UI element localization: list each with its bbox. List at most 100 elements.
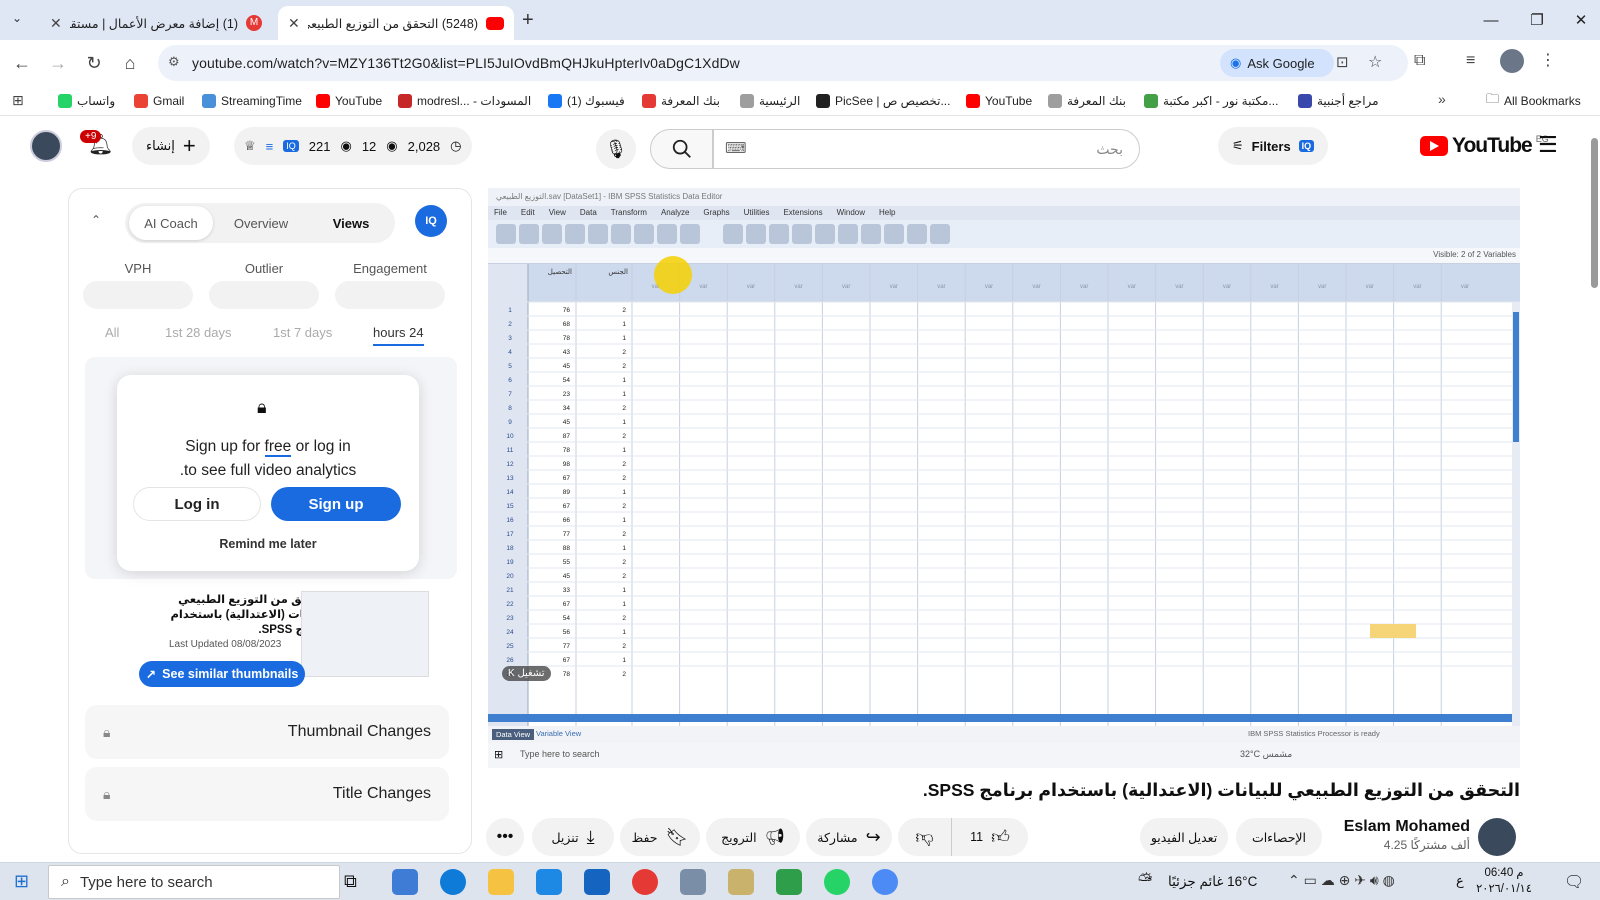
range-7-days[interactable]: 1st 7 days bbox=[273, 325, 332, 340]
close-tab-icon[interactable]: ✕ bbox=[50, 15, 62, 32]
login-button[interactable]: Log in bbox=[133, 487, 261, 521]
vidiq-logo-icon[interactable]: IQ bbox=[415, 205, 447, 237]
range-all[interactable]: All bbox=[105, 325, 119, 340]
like-button[interactable]: 11 👍︎ bbox=[952, 818, 1028, 856]
more-actions-button[interactable]: ••• bbox=[486, 818, 524, 856]
search-button[interactable] bbox=[650, 129, 714, 169]
tab-overview[interactable]: Overview bbox=[219, 206, 303, 240]
range-28-days[interactable]: 1st 28 days bbox=[165, 325, 232, 340]
title-changes-row[interactable]: 🔒︎ Title Changes bbox=[85, 767, 449, 821]
bookmark-item[interactable]: مكتبة نور - اكبر مكتبة... bbox=[1144, 92, 1278, 110]
share-button[interactable]: مشاركة ↪ bbox=[806, 818, 892, 856]
spss-visible-vars: Visible: 2 of 2 Variables bbox=[1433, 250, 1516, 259]
bookmark-star-icon[interactable]: ☆ bbox=[1368, 52, 1382, 72]
copilot-icon[interactable] bbox=[392, 869, 418, 895]
voice-search-button[interactable]: 🎙︎ bbox=[596, 129, 636, 169]
see-similar-thumbnails-button[interactable]: ↗ See similar thumbnails bbox=[139, 661, 305, 687]
edge-icon[interactable] bbox=[440, 869, 466, 895]
back-icon[interactable]: ← bbox=[10, 51, 34, 75]
close-tab-icon[interactable]: ✕ bbox=[288, 15, 300, 32]
taskbar-weather[interactable]: 16°C غائم جزئيًا bbox=[1168, 874, 1257, 890]
forward-icon[interactable]: → bbox=[46, 51, 70, 75]
promote-button[interactable]: الترويج 📢︎ bbox=[706, 818, 800, 856]
apps-grid-icon[interactable]: ⊞ bbox=[12, 92, 24, 109]
ask-google-button[interactable]: ◉ Ask Google bbox=[1220, 49, 1334, 77]
restore-icon[interactable]: ❐ bbox=[1514, 0, 1560, 40]
dislike-button[interactable]: 👎︎ bbox=[898, 818, 952, 856]
reload-icon[interactable]: ↻ bbox=[82, 51, 106, 75]
bookmark-item[interactable]: modresl... - المسودات bbox=[398, 92, 531, 110]
page-scrollbar[interactable] bbox=[1588, 128, 1600, 862]
file-explorer-icon[interactable] bbox=[488, 869, 514, 895]
chrome-profile-icon[interactable] bbox=[872, 869, 898, 895]
home-icon[interactable]: ⌂ bbox=[118, 51, 142, 75]
close-window-icon[interactable]: ✕ bbox=[1558, 0, 1600, 40]
whatsapp-icon[interactable] bbox=[824, 869, 850, 895]
create-button[interactable]: إنشاء + bbox=[132, 127, 210, 165]
camtasia-icon[interactable] bbox=[776, 869, 802, 895]
task-view-icon[interactable]: ⧉ bbox=[344, 871, 357, 892]
thumbnail-image[interactable] bbox=[301, 591, 429, 677]
video-player[interactable]: التوزيع الطبيعي.sav [DataSet1] - IBM SPS… bbox=[488, 188, 1520, 768]
keyboard-icon[interactable]: ⌨ bbox=[725, 139, 747, 157]
install-app-icon[interactable]: ⊡ bbox=[1336, 53, 1349, 71]
vidiq-list-icon[interactable]: ≡ bbox=[266, 139, 274, 154]
more-bookmarks-icon[interactable]: » bbox=[1438, 91, 1446, 107]
filters-button[interactable]: ⚟ Filters IQ bbox=[1218, 127, 1329, 165]
thumbnail-changes-row[interactable]: 🔒︎ Thumbnail Changes bbox=[85, 705, 449, 759]
profile-avatar[interactable] bbox=[1500, 49, 1524, 73]
outlook-icon[interactable] bbox=[584, 869, 610, 895]
bookmark-item[interactable]: YouTube bbox=[316, 92, 382, 110]
signup-button[interactable]: Sign up bbox=[271, 487, 401, 521]
download-button[interactable]: تنزيل ⤓ bbox=[532, 818, 614, 856]
bookmark-item[interactable]: واتساب bbox=[58, 92, 115, 110]
store-icon[interactable] bbox=[536, 869, 562, 895]
taskbar-clock[interactable]: 06:40 م ٢٠٢٦/٠١/١٤ bbox=[1476, 865, 1532, 897]
bookmark-item[interactable]: مراجع أجنبية bbox=[1298, 92, 1379, 110]
url-text[interactable]: youtube.com/watch?v=MZY136Tt2G0&list=PLI… bbox=[192, 55, 740, 71]
input-language[interactable]: ع bbox=[1456, 873, 1464, 889]
extensions-icon[interactable]: ⧉ bbox=[1414, 52, 1425, 70]
collapse-chevron-icon[interactable]: ⌃ bbox=[91, 213, 101, 227]
bookmark-item[interactable]: YouTube bbox=[966, 92, 1032, 110]
windows-start-icon[interactable]: ⊞ bbox=[14, 871, 29, 892]
minimize-icon[interactable]: — bbox=[1468, 0, 1514, 40]
bookmark-item[interactable]: Gmail bbox=[134, 92, 184, 110]
account-avatar[interactable] bbox=[30, 130, 62, 162]
scrollbar-thumb[interactable] bbox=[1591, 138, 1598, 288]
all-bookmarks-button[interactable]: 🗀 All Bookmarks bbox=[1486, 91, 1581, 110]
bookmark-item[interactable]: بنك المعرفة bbox=[1048, 92, 1126, 110]
bookmark-item[interactable]: الرئيسية bbox=[740, 92, 800, 110]
search-input[interactable]: ⌨ بحث bbox=[712, 129, 1140, 169]
chrome-icon[interactable] bbox=[632, 869, 658, 895]
save-button[interactable]: حفظ 🔖︎ bbox=[620, 818, 700, 856]
channel-name[interactable]: Eslam Mohamed bbox=[1300, 818, 1470, 836]
bookmark-item[interactable]: PicSee | تخصيص ص... bbox=[816, 92, 950, 110]
youtube-logo[interactable]: YouTube EG bbox=[1420, 134, 1549, 158]
tab-ai-coach[interactable]: AI Coach bbox=[129, 206, 213, 240]
bookmark-item[interactable]: (1) فيسبوك bbox=[548, 92, 625, 110]
app-icon[interactable] bbox=[728, 869, 754, 895]
range-24-hours[interactable]: hours 24 bbox=[373, 325, 424, 346]
app-icon[interactable] bbox=[680, 869, 706, 895]
tab-search-chevron-icon[interactable]: ⌄ bbox=[12, 11, 30, 29]
bookmark-item[interactable]: بنك المعرفة bbox=[642, 92, 720, 110]
notification-center-icon[interactable]: 🗨︎ bbox=[1564, 872, 1584, 892]
edit-video-button[interactable]: تعديل الفيديو bbox=[1140, 818, 1228, 856]
address-bar[interactable]: ⚙ youtube.com/watch?v=MZY136Tt2G0&list=P… bbox=[158, 45, 1408, 81]
remind-later-link[interactable]: Remind me later bbox=[117, 537, 419, 551]
channel-avatar[interactable] bbox=[1478, 818, 1516, 856]
hamburger-menu-icon[interactable]: ☰ bbox=[1538, 132, 1558, 158]
trophy-icon[interactable]: ♕ bbox=[244, 138, 256, 154]
tab-views[interactable]: Views bbox=[309, 206, 393, 240]
site-info-icon[interactable]: ⚙ bbox=[168, 54, 180, 70]
browser-tab-mostaql[interactable]: M (1) إضافة معرض الأعمال | مستقل ✕ bbox=[40, 6, 272, 40]
system-tray-icons[interactable]: ⌃ ▭ ☁ ⊕ ✈ 🔊︎ ◍ bbox=[1288, 872, 1395, 889]
browser-tab-youtube[interactable]: (5248) التحقق من التوزيع الطبيعي ✕ bbox=[278, 6, 514, 40]
media-controls-icon[interactable]: ≡ bbox=[1466, 52, 1475, 70]
menu-dots-icon[interactable]: ⋮ bbox=[1540, 50, 1556, 70]
bookmark-item[interactable]: StreamingTime bbox=[202, 92, 302, 110]
taskbar-search-box[interactable]: ⌕ Type here to search bbox=[48, 865, 340, 899]
statistics-button[interactable]: الإحصاءات bbox=[1236, 818, 1322, 856]
new-tab-icon[interactable]: + bbox=[522, 9, 534, 32]
